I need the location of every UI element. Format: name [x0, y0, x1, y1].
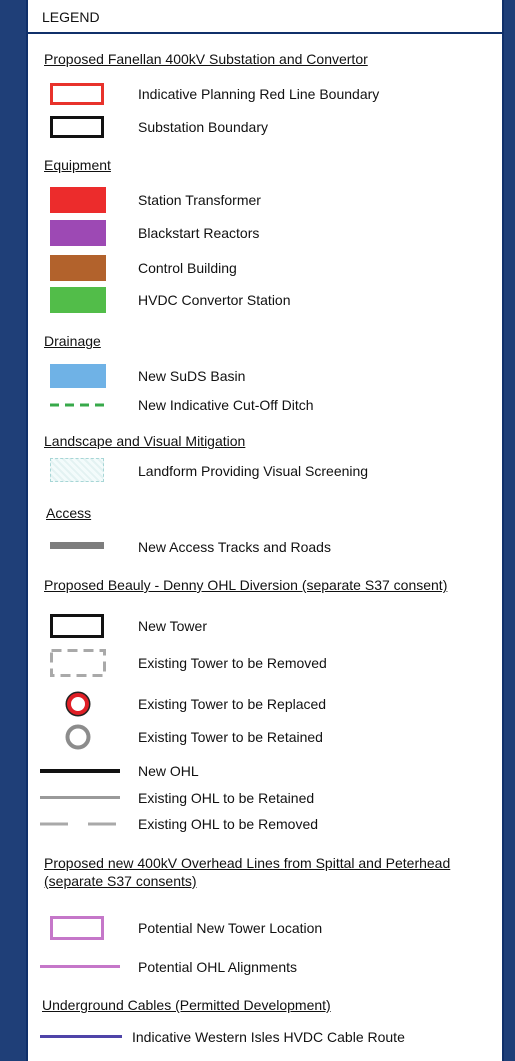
label-red-line-boundary: Indicative Planning Red Line Boundary	[138, 86, 380, 102]
red-line-boundary-symbol	[50, 83, 104, 105]
label-existing-tower-removed: Existing Tower to be Removed	[138, 655, 327, 671]
new-tower-symbol	[50, 614, 104, 638]
new-ohl-symbol	[40, 769, 120, 773]
hvdc-convertor-symbol	[50, 287, 106, 313]
label-existing-ohl-retained: Existing OHL to be Retained	[138, 790, 315, 806]
potential-tower-symbol	[50, 916, 104, 940]
heading-ohl-diversion: Proposed Beauly - Denny OHL Diversion (s…	[44, 577, 448, 593]
label-substation-boundary: Substation Boundary	[138, 119, 268, 135]
label-new-ohl: New OHL	[138, 763, 199, 779]
existing-ohl-retained-symbol	[40, 796, 120, 799]
control-building-symbol	[50, 255, 106, 281]
label-existing-ohl-removed: Existing OHL to be Removed	[138, 816, 319, 832]
label-cable-route: Indicative Western Isles HVDC Cable Rout…	[132, 1029, 405, 1045]
legend-header: LEGEND	[28, 0, 502, 34]
label-access-track: New Access Tracks and Roads	[138, 539, 331, 555]
blackstart-reactors-symbol	[50, 220, 106, 246]
existing-tower-replaced-symbol	[65, 691, 91, 717]
cable-route-symbol	[40, 1035, 122, 1038]
heading-access: Access	[46, 505, 92, 521]
heading-drainage: Drainage	[44, 333, 101, 349]
label-potential-ohl: Potential OHL Alignments	[138, 959, 298, 975]
label-hvdc-convertor: HVDC Convertor Station	[138, 292, 291, 308]
heading-substation: Proposed Fanellan 400kV Substation and C…	[44, 51, 368, 67]
heading-new-400kv-line1: Proposed new 400kV Overhead Lines from S…	[44, 855, 451, 871]
access-track-symbol	[50, 542, 104, 549]
label-station-transformer: Station Transformer	[138, 192, 261, 208]
heading-underground: Underground Cables (Permitted Developmen…	[42, 997, 331, 1013]
existing-ohl-removed-symbol	[40, 822, 120, 826]
potential-ohl-symbol	[40, 965, 120, 968]
legend-title: LEGEND	[42, 9, 100, 25]
label-existing-tower-retained: Existing Tower to be Retained	[138, 729, 323, 745]
existing-tower-removed-symbol	[50, 649, 106, 677]
label-blackstart-reactors: Blackstart Reactors	[138, 225, 260, 241]
label-existing-tower-replaced: Existing Tower to be Replaced	[138, 696, 327, 712]
label-cut-off-ditch: New Indicative Cut-Off Ditch	[138, 397, 314, 413]
legend-panel: LEGEND Proposed Fanellan 400kV Substatio…	[26, 0, 504, 1061]
heading-new-400kv-line2: (separate S37 consents)	[44, 873, 197, 889]
cut-off-ditch-symbol	[50, 403, 110, 407]
existing-tower-retained-symbol	[65, 724, 91, 750]
landform-screening-symbol	[50, 458, 104, 482]
label-potential-tower: Potential New Tower Location	[138, 920, 323, 936]
label-landform-screening: Landform Providing Visual Screening	[138, 463, 369, 479]
label-control-building: Control Building	[138, 260, 237, 276]
suds-basin-symbol	[50, 364, 106, 388]
station-transformer-symbol	[50, 187, 106, 213]
label-suds-basin: New SuDS Basin	[138, 368, 246, 384]
label-new-tower: New Tower	[138, 618, 207, 634]
heading-landscape: Landscape and Visual Mitigation	[44, 433, 246, 449]
substation-boundary-symbol	[50, 116, 104, 138]
heading-equipment: Equipment	[44, 157, 111, 173]
